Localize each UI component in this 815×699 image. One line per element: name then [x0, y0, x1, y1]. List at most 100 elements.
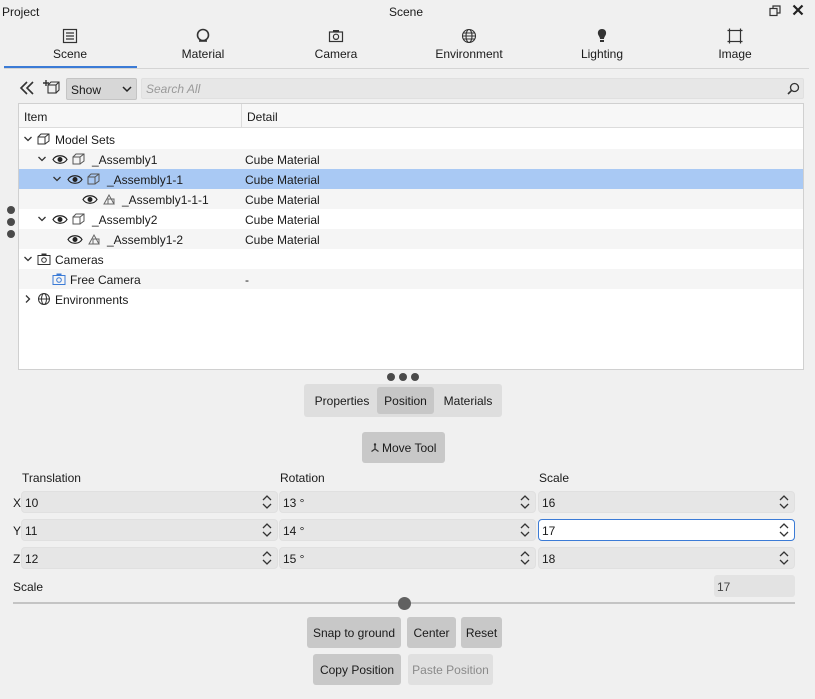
- spinner-arrows-icon[interactable]: [778, 521, 790, 539]
- side-panel-handle-dot[interactable]: [7, 206, 15, 214]
- translation-y-value: 11: [25, 524, 38, 538]
- chevron-down-icon[interactable]: [37, 214, 47, 224]
- chevron-down-icon[interactable]: [23, 254, 33, 264]
- search-input[interactable]: Search All: [141, 78, 804, 99]
- visibility-eye-icon[interactable]: [67, 174, 83, 185]
- spinner-arrows-icon[interactable]: [519, 493, 531, 511]
- chevron-right-icon[interactable]: [23, 294, 33, 304]
- close-icon[interactable]: [791, 3, 805, 17]
- tree-row-label: _Assembly1-2: [107, 233, 184, 247]
- tree-row-assembly1-1-1[interactable]: _Assembly1-1-1 Cube Material: [19, 189, 803, 209]
- tab-camera-label: Camera: [314, 47, 358, 61]
- chevron-down-icon[interactable]: [52, 174, 62, 184]
- visibility-eye-icon[interactable]: [82, 194, 98, 205]
- translation-x-field[interactable]: 10: [21, 491, 278, 513]
- translation-z-field[interactable]: 12: [21, 547, 278, 569]
- rotation-z-field[interactable]: 15 °: [279, 547, 536, 569]
- scale-y-field[interactable]: 17: [538, 519, 795, 541]
- spinner-arrows-icon[interactable]: [261, 493, 273, 511]
- splitter-handle-dot[interactable]: [387, 373, 395, 381]
- tab-materials[interactable]: Materials: [436, 387, 500, 414]
- paste-position-button[interactable]: Paste Position: [408, 654, 493, 685]
- rotation-y-field[interactable]: 14 °: [279, 519, 536, 541]
- globe-icon: [38, 293, 50, 305]
- visibility-eye-icon[interactable]: [67, 234, 83, 245]
- spinner-arrows-icon[interactable]: [778, 549, 790, 567]
- move-tool-button[interactable]: Move Tool: [362, 432, 445, 463]
- column-header-item[interactable]: Item: [24, 110, 47, 124]
- tree-header: Item Detail: [19, 104, 803, 128]
- spinner-arrows-icon[interactable]: [261, 521, 273, 539]
- image-frame-icon: [727, 28, 743, 44]
- tree-row-cameras[interactable]: Cameras: [19, 249, 803, 269]
- translation-y-field[interactable]: 11: [21, 519, 278, 541]
- chevron-down-icon: [122, 86, 132, 93]
- tab-position[interactable]: Position: [377, 387, 434, 414]
- search-icon[interactable]: [787, 82, 800, 95]
- part-icon: [88, 233, 100, 245]
- uniform-scale-label: Scale: [13, 580, 44, 594]
- add-node-icon[interactable]: [42, 79, 60, 97]
- rotation-x-field[interactable]: 13 °: [279, 491, 536, 513]
- scale-z-field[interactable]: 18: [538, 547, 795, 569]
- chevron-down-icon[interactable]: [37, 154, 47, 164]
- tree-row-assembly2[interactable]: _Assembly2 Cube Material: [19, 209, 803, 229]
- tree-row-assembly1-1[interactable]: _Assembly1-1 Cube Material: [19, 169, 803, 189]
- project-label: Project: [2, 5, 40, 19]
- snap-to-ground-button[interactable]: Snap to ground: [307, 617, 401, 648]
- tab-image[interactable]: Image: [669, 26, 801, 68]
- tab-camera[interactable]: Camera: [270, 26, 402, 68]
- column-header-detail[interactable]: Detail: [247, 110, 278, 124]
- visibility-eye-icon[interactable]: [52, 154, 68, 165]
- restore-window-icon[interactable]: [769, 5, 781, 17]
- tab-scene[interactable]: Scene: [4, 26, 136, 68]
- tab-image-label: Image: [718, 47, 752, 61]
- tab-environment[interactable]: Environment: [403, 26, 535, 68]
- tree-row-detail: -: [245, 273, 249, 287]
- search-placeholder: Search All: [146, 82, 201, 96]
- tree-row-free-camera[interactable]: Free Camera -: [19, 269, 803, 289]
- splitter-handle-dot[interactable]: [399, 373, 407, 381]
- splitter-handle-dot[interactable]: [411, 373, 419, 381]
- uniform-scale-slider-thumb[interactable]: [397, 597, 411, 610]
- tree-row-model-sets[interactable]: Model Sets: [19, 129, 803, 149]
- move-tool-icon: [371, 443, 379, 452]
- axis-z-label: Z: [13, 552, 21, 566]
- uniform-scale-value-field[interactable]: 17: [714, 575, 795, 597]
- collapse-all-icon[interactable]: [19, 80, 35, 96]
- tab-properties[interactable]: Properties: [308, 387, 376, 414]
- window-title: Scene: [389, 5, 424, 19]
- tab-lighting[interactable]: Lighting: [536, 26, 668, 68]
- tab-lighting-label: Lighting: [580, 47, 624, 61]
- scene-tree[interactable]: Item Detail Model Sets _Assembly1 Cube M…: [18, 103, 804, 370]
- column-divider[interactable]: [241, 104, 242, 128]
- rotation-z-value: 15 °: [283, 552, 305, 566]
- chevron-down-icon[interactable]: [23, 134, 33, 144]
- tree-row-environments[interactable]: Environments: [19, 289, 803, 309]
- show-filter-value: Show: [71, 83, 102, 97]
- translation-x-value: 10: [25, 496, 39, 510]
- tree-row-label: _Assembly1-1-1: [122, 193, 209, 207]
- model-set-icon: [37, 133, 50, 145]
- reset-button[interactable]: Reset: [461, 617, 502, 648]
- tree-row-label: Free Camera: [70, 273, 141, 287]
- side-panel-handle-dot[interactable]: [7, 230, 15, 238]
- rotation-y-value: 14 °: [283, 524, 305, 538]
- side-panel-handle-dot[interactable]: [7, 218, 15, 226]
- visibility-eye-icon[interactable]: [52, 214, 68, 225]
- tab-material[interactable]: Material: [137, 26, 269, 68]
- tree-row-assembly1-2[interactable]: _Assembly1-2 Cube Material: [19, 229, 803, 249]
- tree-row-detail: Cube Material: [245, 173, 320, 187]
- spinner-arrows-icon[interactable]: [778, 493, 790, 511]
- camera-icon: [52, 273, 66, 285]
- spinner-arrows-icon[interactable]: [519, 549, 531, 567]
- axis-y-label: Y: [13, 524, 22, 538]
- spinner-arrows-icon[interactable]: [261, 549, 273, 567]
- tree-row-assembly1[interactable]: _Assembly1 Cube Material: [19, 149, 803, 169]
- translation-label: Translation: [22, 471, 81, 485]
- copy-position-button[interactable]: Copy Position: [313, 654, 401, 685]
- property-panel-tabs: Properties Position Materials: [304, 384, 502, 417]
- scale-x-field[interactable]: 16: [538, 491, 795, 513]
- spinner-arrows-icon[interactable]: [519, 521, 531, 539]
- center-button[interactable]: Center: [407, 617, 456, 648]
